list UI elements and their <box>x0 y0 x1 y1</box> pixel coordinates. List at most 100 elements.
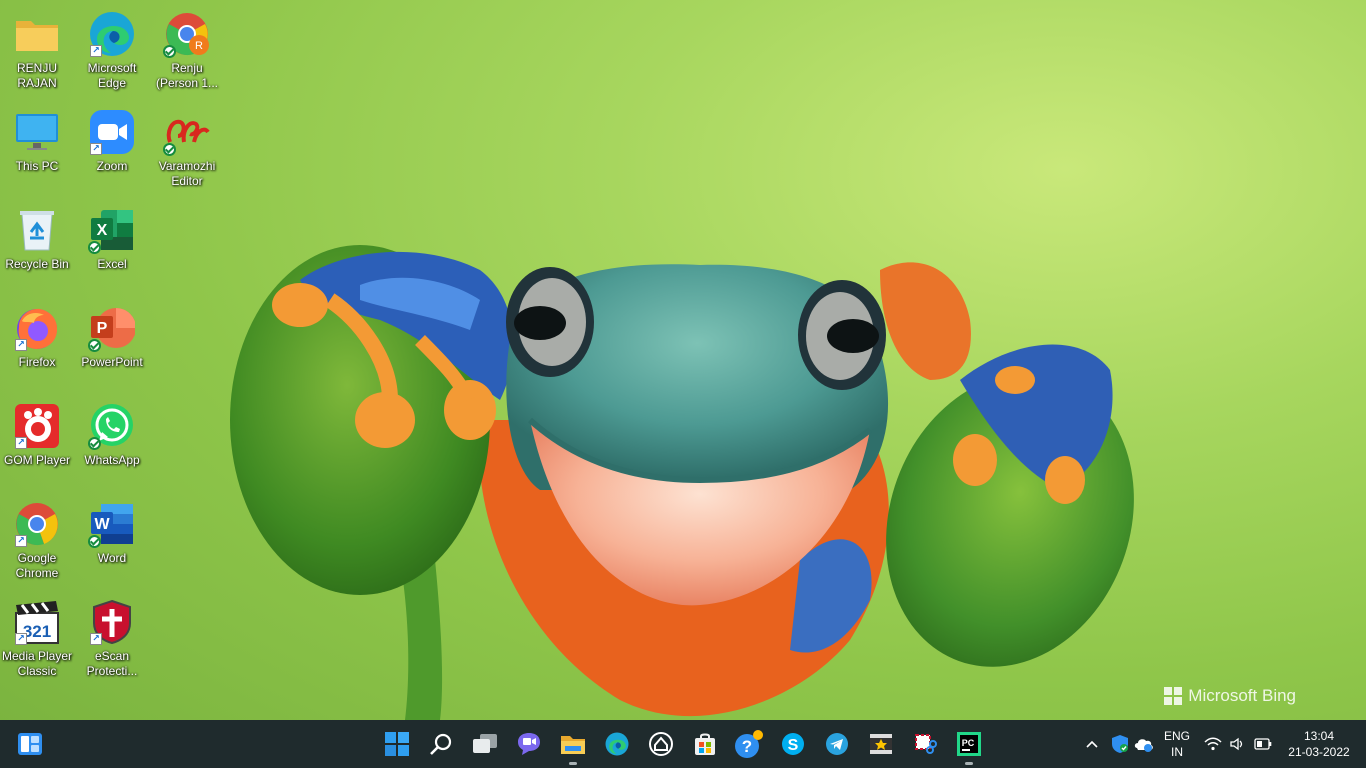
chrome-profile-icon: R <box>163 10 211 58</box>
video-editor-icon <box>870 734 892 754</box>
input-language-button[interactable]: ENG IN <box>1160 720 1194 768</box>
task-view-button[interactable] <box>469 728 501 760</box>
desktop-icon-microsoft-edge[interactable]: ↗ Microsoft Edge <box>75 6 149 91</box>
volume-icon <box>1230 737 1243 751</box>
file-explorer-icon <box>561 736 585 754</box>
desktop-icon-excel[interactable]: X Excel <box>75 202 149 272</box>
edge-icon: ↗ <box>88 10 136 58</box>
media-player-icon: 321 ↗ <box>13 598 61 646</box>
desktop-icon-powerpoint[interactable]: P PowerPoint <box>75 300 149 370</box>
edge-icon <box>605 732 629 756</box>
help-icon: ? <box>735 730 763 758</box>
svg-text:S: S <box>788 737 799 754</box>
onedrive-tray-button[interactable] <box>1134 720 1154 768</box>
bing-logo-icon <box>1164 687 1183 705</box>
sync-check-icon <box>88 241 101 254</box>
shield-icon <box>1112 735 1128 753</box>
desktop-icon-zoom[interactable]: ↗ Zoom <box>75 104 149 174</box>
chrome-icon: ↗ <box>13 500 61 548</box>
skype-button[interactable]: S <box>777 728 809 760</box>
telegram-icon <box>826 733 848 755</box>
desktop-icon-google-chrome[interactable]: ↗ Google Chrome <box>0 496 74 581</box>
svg-text:PC: PC <box>962 738 975 748</box>
snipping-icon <box>915 734 937 754</box>
sync-check-icon <box>88 437 101 450</box>
desktop-icon-recycle-bin[interactable]: Recycle Bin <box>0 202 74 272</box>
desktop-icon-escan-protection[interactable]: ↗ eScan Protecti... <box>75 594 149 679</box>
show-hidden-icons-button[interactable] <box>1084 720 1100 768</box>
zoom-icon: ↗ <box>88 108 136 156</box>
svg-text:X: X <box>97 222 108 239</box>
whatsapp-icon <box>88 402 136 450</box>
sync-check-icon <box>88 339 101 352</box>
svg-text:321: 321 <box>23 622 51 641</box>
shortcut-arrow-icon: ↗ <box>15 437 27 449</box>
security-tray-button[interactable] <box>1110 720 1130 768</box>
battery-icon <box>1254 738 1272 750</box>
snipping-tool-button[interactable] <box>909 728 941 760</box>
sync-check-icon <box>163 143 176 156</box>
start-button[interactable] <box>381 728 413 760</box>
desktop-icon-media-player-classic[interactable]: 321 ↗ Media Player Classic <box>0 594 74 679</box>
shortcut-arrow-icon: ↗ <box>15 535 27 547</box>
shortcut-arrow-icon: ↗ <box>90 45 102 57</box>
varamozhi-icon <box>163 108 211 156</box>
sync-check-icon <box>88 535 101 548</box>
taskbar: ? S PC ENG IN 13:04 21-03-2022 <box>0 720 1366 768</box>
sync-check-icon <box>163 45 176 58</box>
shortcut-arrow-icon: ↗ <box>15 339 27 351</box>
video-editor-button[interactable] <box>865 728 897 760</box>
input-language-label: ENG <box>1163 729 1190 743</box>
chevron-up-icon <box>1086 740 1098 748</box>
svg-text:P: P <box>97 320 108 337</box>
escan-icon: ↗ <box>88 598 136 646</box>
shortcut-arrow-icon: ↗ <box>15 633 27 645</box>
skype-icon: S <box>782 733 804 755</box>
gom-player-icon: ↗ <box>13 402 61 450</box>
folder-icon <box>13 10 61 58</box>
search-icon <box>430 733 452 755</box>
cloud-sync-icon <box>1134 739 1153 752</box>
bing-watermark-text: Microsoft Bing <box>1188 686 1296 705</box>
monitor-icon <box>13 108 61 156</box>
desktop-icon-this-pc[interactable]: This PC <box>0 104 74 174</box>
desktop-icon-grid: RENJU RAJAN ↗ Microsoft Edge R Renju (Pe… <box>0 0 230 718</box>
svg-text:?: ? <box>742 737 752 756</box>
input-region-label: IN <box>1170 745 1183 759</box>
desktop-icon-gom-player[interactable]: ↗ GOM Player <box>0 398 74 468</box>
recycle-bin-icon <box>13 206 61 254</box>
desktop-icon-firefox[interactable]: ↗ Firefox <box>0 300 74 370</box>
clock-button[interactable]: 13:04 21-03-2022 <box>1282 720 1356 768</box>
store-icon <box>695 733 715 755</box>
shortcut-arrow-icon: ↗ <box>90 143 102 155</box>
desktop-icon-word[interactable]: W Word <box>75 496 149 566</box>
dell-icon <box>649 732 673 756</box>
bing-watermark: Microsoft Bing <box>1164 686 1296 706</box>
telegram-button[interactable] <box>821 728 853 760</box>
chat-button[interactable] <box>513 728 545 760</box>
desktop-icon-whatsapp[interactable]: WhatsApp <box>75 398 149 468</box>
chat-icon <box>518 733 540 755</box>
quick-settings-button[interactable] <box>1204 720 1272 768</box>
help-button[interactable]: ? <box>733 728 765 760</box>
dell-app-button[interactable] <box>645 728 677 760</box>
pycharm-icon: PC <box>957 732 981 756</box>
wifi-icon <box>1204 737 1222 751</box>
task-view-icon <box>473 734 497 753</box>
taskbar-edge-button[interactable] <box>601 728 633 760</box>
svg-text:W: W <box>94 516 110 533</box>
desktop-icon-renju-rajan[interactable]: RENJU RAJAN <box>0 6 74 91</box>
clock-time: 13:04 <box>1303 729 1334 743</box>
desktop-icon-renju-person[interactable]: R Renju (Person 1... <box>150 6 224 91</box>
widgets-button[interactable] <box>14 728 46 760</box>
file-explorer-button[interactable] <box>557 728 589 765</box>
svg-text:R: R <box>195 40 203 52</box>
search-button[interactable] <box>425 728 457 760</box>
pycharm-button[interactable]: PC <box>953 728 985 765</box>
desktop-icon-varamozhi-editor[interactable]: Varamozhi Editor <box>150 104 224 189</box>
widgets-icon <box>18 733 42 755</box>
store-button[interactable] <box>689 728 721 760</box>
word-icon: W <box>88 500 136 548</box>
firefox-icon: ↗ <box>13 304 61 352</box>
clock-date: 21-03-2022 <box>1288 745 1350 759</box>
